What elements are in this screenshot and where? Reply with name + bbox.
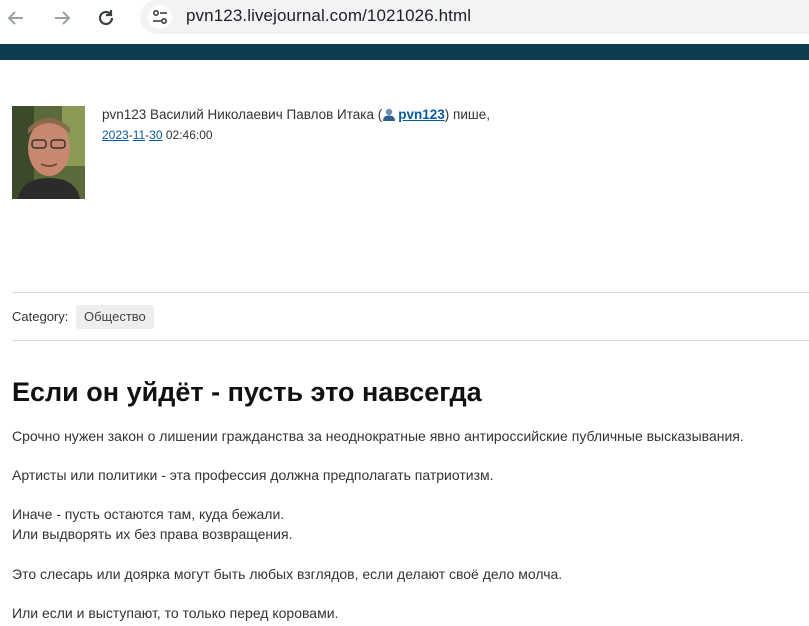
date-day-link[interactable]: 30 bbox=[149, 128, 162, 142]
back-button[interactable] bbox=[4, 6, 28, 30]
author-name: pvn123 Василий Николаевич Павлов Итака ( bbox=[102, 107, 383, 122]
post-paragraph: Или если и выступают, то только перед ко… bbox=[12, 605, 339, 621]
post-title: Если он уйдёт - пусть это навсегда bbox=[12, 377, 482, 407]
post-paragraph: Срочно нужен закон о лишении гражданства… bbox=[12, 428, 744, 444]
date-year-link[interactable]: 2023 bbox=[102, 128, 129, 142]
post-time: 02:46:00 bbox=[162, 128, 213, 142]
post-paragraph: Или выдворять их без права возвращения. bbox=[12, 526, 293, 542]
arrow-left-icon bbox=[7, 11, 23, 25]
username-link[interactable]: pvn123 bbox=[398, 107, 445, 122]
site-info-button[interactable] bbox=[148, 5, 172, 29]
url-text[interactable]: pvn123.livejournal.com/1021026.html bbox=[186, 6, 471, 26]
post-paragraph: Артисты или политики - эта профессия дол… bbox=[12, 467, 494, 483]
user-icon[interactable] bbox=[382, 107, 396, 121]
post-paragraph: Это слесарь или доярка могут быть любых … bbox=[12, 566, 563, 582]
address-bar[interactable]: pvn123.livejournal.com/1021026.html bbox=[140, 0, 809, 34]
divider bbox=[12, 292, 809, 293]
browser-toolbar: pvn123.livejournal.com/1021026.html bbox=[0, 0, 809, 44]
category-tag[interactable]: Общество bbox=[76, 305, 154, 329]
forward-button[interactable] bbox=[50, 6, 74, 30]
site-header-bar bbox=[0, 44, 809, 60]
divider bbox=[12, 340, 809, 341]
tune-icon bbox=[152, 9, 168, 25]
post-byline: pvn123 Василий Николаевич Павлов Итака (… bbox=[102, 107, 490, 122]
post-date: 2023-11-30 02:46:00 bbox=[102, 128, 213, 142]
reload-button[interactable] bbox=[94, 6, 118, 30]
arrow-right-icon bbox=[55, 11, 71, 25]
avatar-photo bbox=[12, 106, 85, 199]
reload-icon bbox=[98, 10, 114, 26]
author-suffix: ) пише, bbox=[444, 107, 490, 122]
category-label: Category: bbox=[12, 309, 69, 324]
date-month-link[interactable]: 11 bbox=[133, 128, 145, 142]
post-paragraph: Иначе - пусть остаются там, куда бежали. bbox=[12, 506, 285, 522]
avatar[interactable] bbox=[12, 106, 85, 199]
